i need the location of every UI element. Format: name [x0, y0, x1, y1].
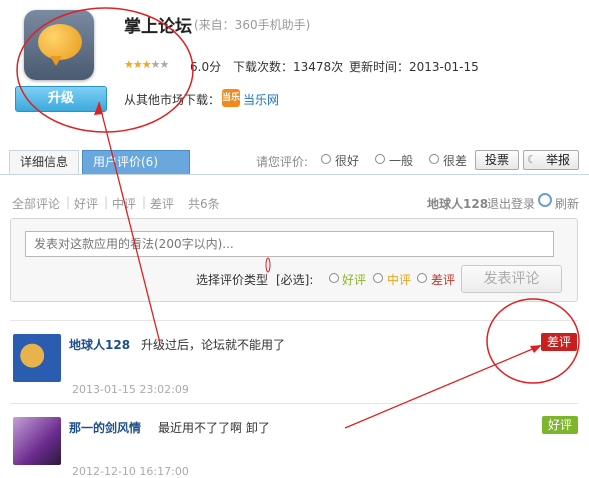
rate-radio-good[interactable]	[321, 154, 331, 164]
star-filled-icon: ★	[141, 58, 152, 71]
app-title: 掌上论坛	[124, 17, 192, 37]
tab-reviews[interactable]: 用户评价(6)	[82, 150, 190, 174]
report-icon: ☾	[527, 153, 537, 166]
filter-mid[interactable]: 中评	[112, 195, 136, 212]
review-text: 升级过后，论坛就不能用了	[141, 338, 286, 352]
report-label: 举报	[545, 153, 570, 167]
app-icon	[24, 10, 94, 80]
rate-label-good: 很好	[335, 154, 360, 168]
user-avatar	[13, 334, 61, 382]
review-badge-bad: 差评	[541, 333, 578, 351]
refresh-link[interactable]: 刷新	[555, 195, 579, 212]
filter-separator: |	[104, 195, 109, 209]
rating-score: 6.0分	[190, 60, 222, 74]
dangle-market-link[interactable]: 当乐网	[243, 91, 279, 108]
other-market-label: 从其他市场下载：	[124, 93, 221, 107]
rate-label-mid: 一般	[389, 154, 414, 168]
filter-separator: |	[66, 195, 71, 209]
star-empty-icon: ★	[159, 58, 170, 71]
review-count: 共6条	[188, 197, 220, 211]
vote-button[interactable]: 投票	[475, 150, 519, 170]
upgrade-button[interactable]: 升级	[15, 86, 107, 112]
filter-separator: |	[142, 195, 147, 209]
filter-all[interactable]: 全部评论	[12, 195, 60, 212]
type-radio-mid[interactable]	[373, 273, 383, 283]
tabs-divider	[0, 174, 589, 175]
filter-bad[interactable]: 差评	[150, 195, 174, 212]
submit-review-button[interactable]: 发表评论	[461, 265, 562, 293]
review-text: 最近用不了了啊 卸了	[158, 421, 270, 435]
download-count: 下载次数：13478次	[233, 60, 344, 74]
logout-link[interactable]: 退出登录	[487, 195, 535, 212]
review-username[interactable]: 地球人128	[69, 336, 130, 353]
rate-radio-mid[interactable]	[375, 154, 385, 164]
tab-detail[interactable]: 详细信息	[9, 150, 80, 174]
type-label-bad: 差评	[431, 273, 456, 287]
type-label-good: 好评	[342, 273, 367, 287]
review-divider	[10, 320, 578, 321]
chat-bubble-icon	[38, 24, 82, 60]
type-radio-bad[interactable]	[417, 273, 427, 283]
chat-bubble-tail	[50, 56, 62, 66]
required-label: [必选]:	[276, 273, 314, 287]
review-type-label: 选择评价类型	[196, 273, 269, 287]
type-radio-good[interactable]	[329, 273, 339, 283]
star-empty-icon: ★	[150, 58, 161, 71]
rating-stars: ★★★★★	[124, 58, 170, 71]
user-avatar	[13, 417, 61, 465]
filter-good[interactable]: 好评	[74, 195, 98, 212]
type-label-mid: 中评	[387, 273, 412, 287]
report-button[interactable]: ☾ 举报	[523, 150, 579, 170]
review-divider	[10, 403, 578, 404]
update-time: 更新时间：2013-01-15	[349, 60, 479, 74]
comment-input[interactable]	[25, 231, 554, 257]
review-badge-good: 好评	[542, 416, 579, 434]
logged-in-user: 地球人128	[427, 197, 489, 211]
review-time: 2013-01-15 23:02:09	[72, 383, 189, 396]
star-filled-icon: ★	[132, 58, 143, 71]
refresh-icon[interactable]	[538, 193, 552, 207]
dangle-market-icon[interactable]: 当乐	[222, 89, 240, 107]
annotation-arrow-line	[344, 344, 543, 429]
rate-radio-bad[interactable]	[429, 154, 439, 164]
app-source: (来自：360手机助手)	[194, 18, 311, 32]
rate-prompt: 请您评价:	[256, 155, 309, 169]
review-time: 2012-12-10 16:17:00	[72, 465, 189, 478]
rate-label-bad: 很差	[443, 154, 468, 168]
review-username[interactable]: 那一的剑风情	[69, 419, 141, 436]
star-filled-icon: ★	[124, 58, 134, 71]
